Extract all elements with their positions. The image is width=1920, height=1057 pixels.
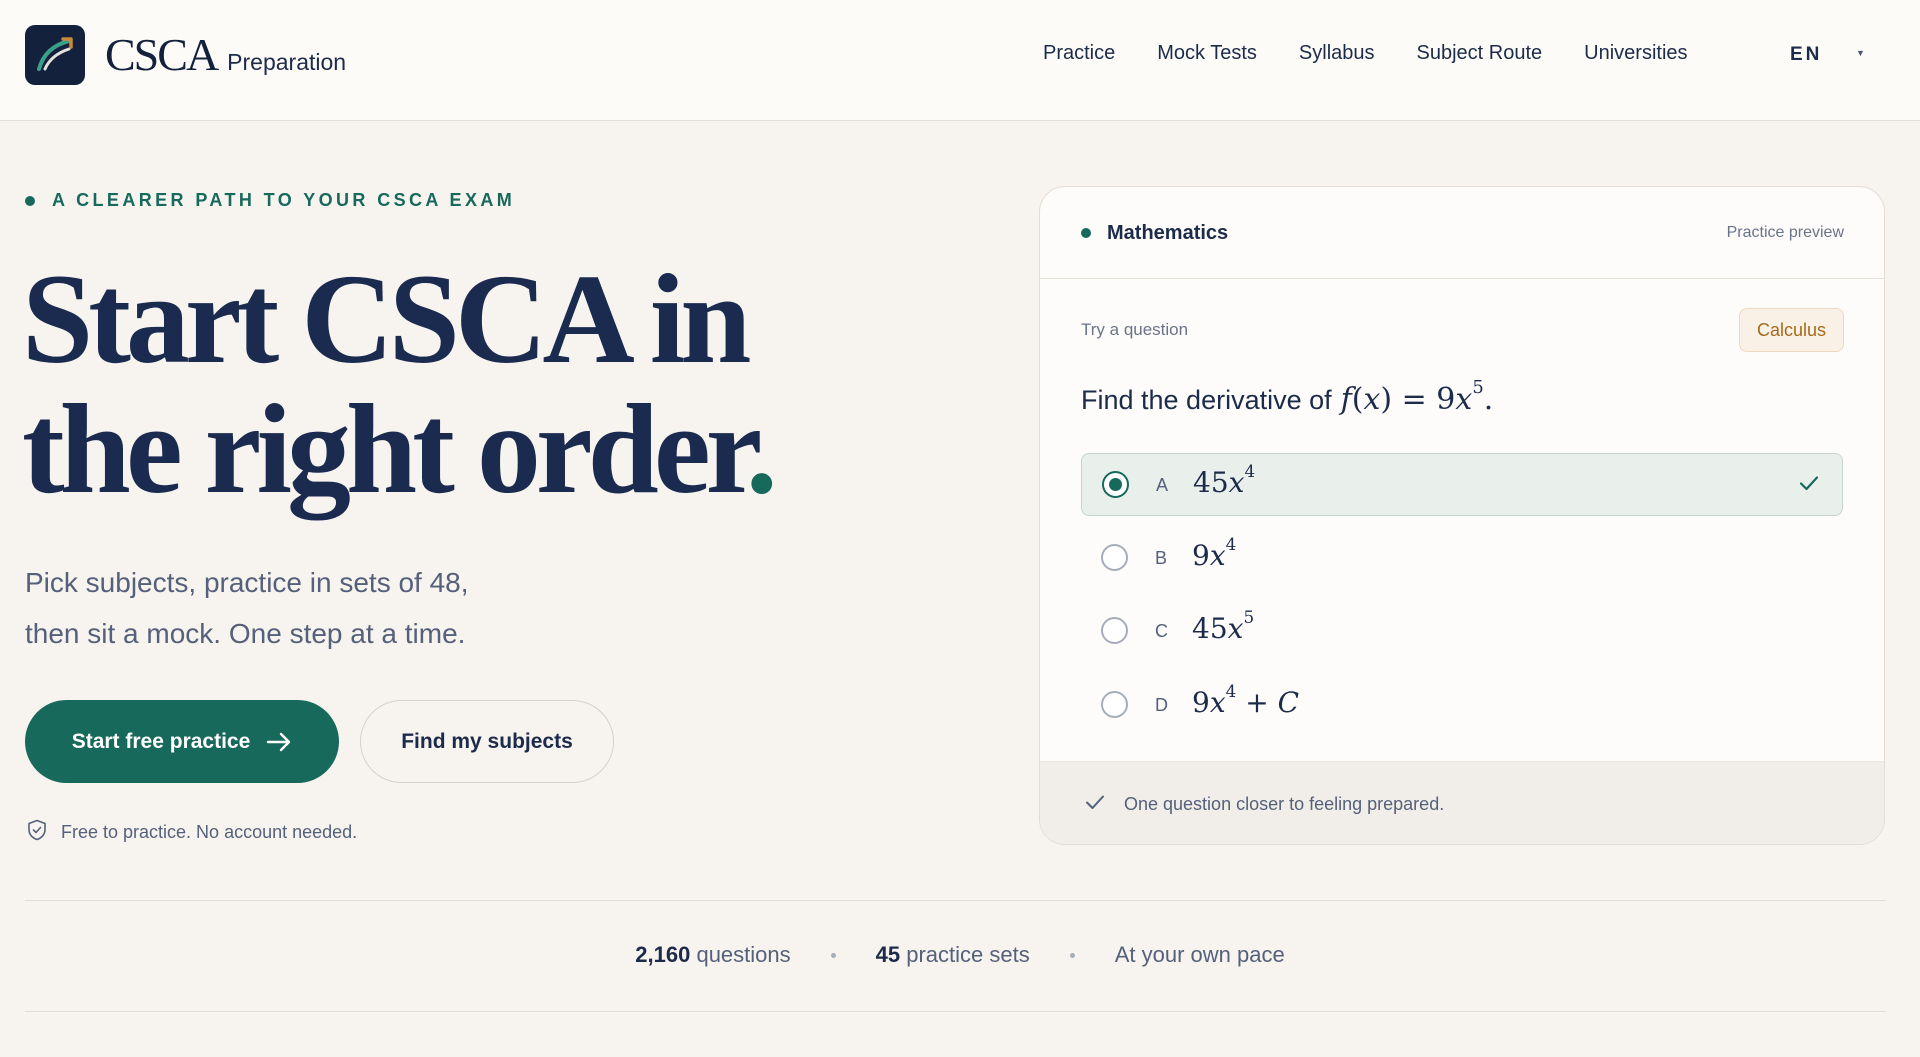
arrow-right-icon	[266, 732, 292, 752]
nav-mock-tests[interactable]: Mock Tests	[1157, 42, 1257, 65]
eyebrow-dot-icon	[25, 195, 35, 206]
separator-dot-icon	[830, 952, 836, 958]
headline-line-1: Start CSCA in	[22, 248, 751, 390]
stat-value: 45	[875, 942, 901, 967]
radio-icon[interactable]	[1101, 544, 1128, 571]
eyebrow-text: A CLEARER PATH TO YOUR CSCA EXAM	[52, 190, 516, 210]
practice-preview-label: Practice preview	[1726, 224, 1844, 241]
answer-option-a[interactable]: A 45x4	[1081, 453, 1843, 516]
option-letter: A	[1156, 475, 1169, 495]
hero-subtitle: Pick subjects, practice in sets of 48, t…	[25, 557, 585, 659]
divider	[25, 900, 1885, 901]
free-note-text: Free to practice. No account needed.	[61, 822, 358, 842]
option-letter: C	[1155, 621, 1168, 641]
stat-own-pace: At your own pace	[1115, 942, 1285, 968]
card-header: Mathematics Practice preview	[1040, 187, 1884, 279]
stat-label: questions	[696, 942, 791, 967]
chevron-down-icon[interactable]: ▼	[1856, 48, 1865, 58]
stat-questions: 2,160 questions	[635, 942, 790, 968]
answer-option-d[interactable]: D 9x4 + C	[1081, 674, 1843, 737]
check-icon	[1798, 474, 1820, 497]
nav-syllabus[interactable]: Syllabus	[1299, 42, 1375, 65]
divider	[25, 1011, 1885, 1012]
headline-accent-dot: .	[745, 378, 778, 520]
start-free-practice-label: Start free practice	[71, 729, 251, 753]
question-formula: f(x) = 9x5.	[1340, 376, 1494, 417]
stat-label: At your own pace	[1114, 942, 1285, 967]
radio-icon[interactable]	[1101, 691, 1128, 718]
find-my-subjects-button[interactable]: Find my subjects	[360, 700, 614, 783]
stat-label: practice sets	[906, 942, 1030, 967]
nav-subject-route[interactable]: Subject Route	[1417, 42, 1543, 65]
radio-icon[interactable]	[1101, 617, 1128, 644]
option-formula: 9x4 + C	[1192, 680, 1300, 719]
brand-wordmark[interactable]: CSCA Preparation	[105, 28, 346, 81]
option-formula: 45x4	[1193, 460, 1256, 499]
subject-dot-icon	[1081, 228, 1091, 238]
option-letter: D	[1155, 695, 1168, 715]
answer-option-b[interactable]: B 9x4	[1081, 527, 1843, 590]
option-letter: B	[1155, 548, 1168, 568]
free-note: Free to practice. No account needed.	[27, 819, 357, 846]
main-nav: Practice Mock Tests Syllabus Subject Rou…	[1043, 42, 1730, 65]
shield-check-icon	[27, 819, 47, 846]
topic-badge: Calculus	[1738, 308, 1844, 352]
subtitle-line-2: then sit a mock. One step at a time.	[25, 618, 466, 649]
check-icon	[1084, 793, 1106, 816]
find-my-subjects-label: Find my subjects	[401, 729, 573, 753]
question-prompt: Find the derivative of f(x) = 9x5.	[1081, 376, 1494, 417]
brand-name: CSCA	[105, 29, 219, 80]
hero-headline: Start CSCA in the right order.	[22, 254, 778, 514]
nav-universities[interactable]: Universities	[1584, 42, 1687, 65]
nav-practice[interactable]: Practice	[1043, 42, 1115, 65]
stat-practice-sets: 45 practice sets	[876, 942, 1030, 968]
brand-subtitle: Preparation	[227, 49, 347, 75]
site-header: CSCA Preparation Practice Mock Tests Syl…	[0, 0, 1920, 121]
start-free-practice-button[interactable]: Start free practice	[25, 700, 339, 783]
option-formula: 9x4	[1192, 533, 1237, 572]
option-formula: 45x5	[1192, 606, 1255, 645]
question-text: Find the derivative of	[1081, 385, 1332, 415]
answer-option-c[interactable]: C 45x5	[1081, 600, 1843, 663]
stats-bar: 2,160 questions 45 practice sets At your…	[0, 942, 1920, 968]
card-footer-text: One question closer to feeling prepared.	[1124, 794, 1445, 814]
subject-name: Mathematics	[1107, 222, 1229, 244]
card-footer: One question closer to feeling prepared.	[1040, 761, 1884, 844]
separator-dot-icon	[1069, 952, 1075, 958]
brand-logo-icon[interactable]	[25, 25, 85, 85]
headline-line-2: the right order	[22, 378, 751, 520]
try-question-label: Try a question	[1081, 320, 1189, 339]
subtitle-line-1: Pick subjects, practice in sets of 48,	[25, 567, 469, 598]
practice-preview-card: Mathematics Practice preview Try a quest…	[1039, 186, 1885, 845]
language-selector[interactable]: EN	[1790, 44, 1822, 66]
hero-eyebrow: A CLEARER PATH TO YOUR CSCA EXAM	[25, 190, 515, 211]
stat-value: 2,160	[635, 942, 691, 967]
radio-selected-icon[interactable]	[1102, 471, 1129, 498]
